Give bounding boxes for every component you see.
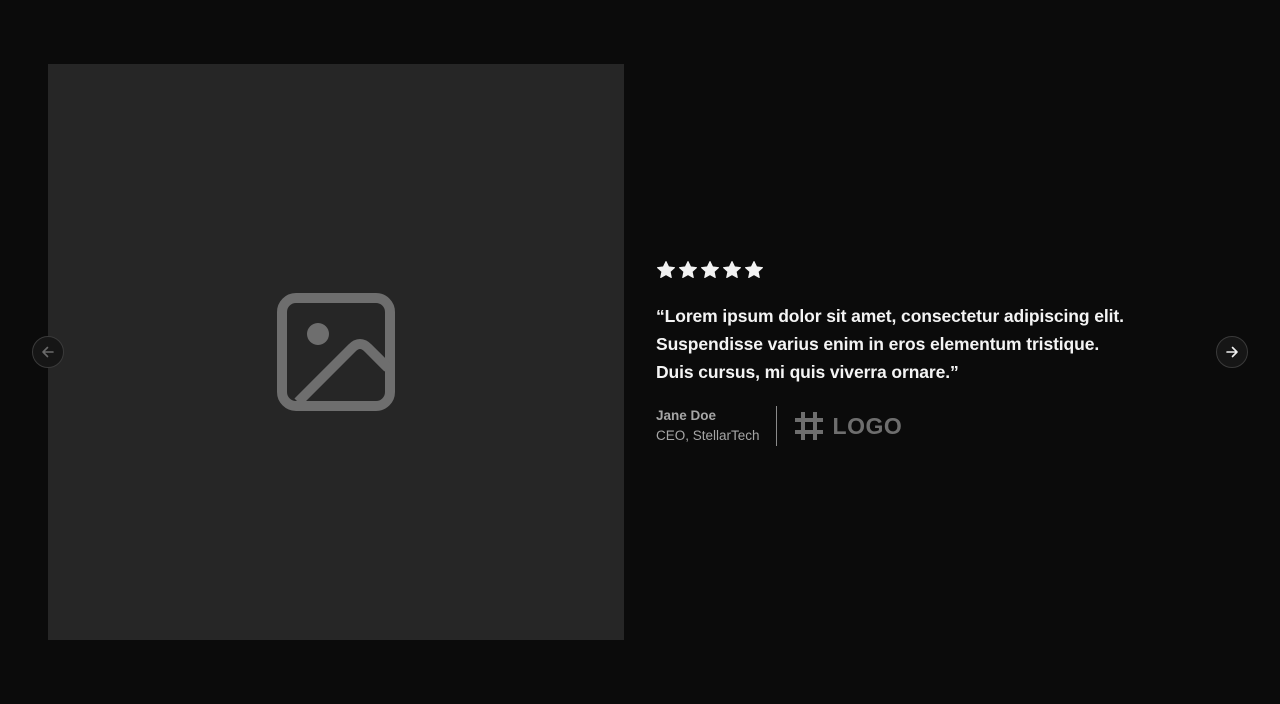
testimonial-quote: “Lorem ipsum dolor sit amet, consectetur… <box>656 306 1124 382</box>
arrow-right-icon <box>1226 346 1238 358</box>
previous-slide-button[interactable] <box>32 336 64 368</box>
hash-logo-icon <box>794 412 823 440</box>
star-rating <box>656 259 1136 281</box>
logo-text: LOGO <box>832 412 903 439</box>
star-icon <box>679 261 697 278</box>
star-icon <box>657 261 675 278</box>
arrow-left-icon <box>42 346 54 358</box>
author-info: Jane Doe CEO, StellarTech <box>656 406 776 446</box>
star-icon <box>723 261 741 278</box>
image-placeholder-icon <box>277 293 395 411</box>
author-name: Jane Doe <box>656 408 717 423</box>
star-icon <box>701 261 719 278</box>
testimonial-image <box>48 64 624 640</box>
author-role: CEO, StellarTech <box>656 428 760 443</box>
star-icon <box>745 261 763 278</box>
next-slide-button[interactable] <box>1216 336 1248 368</box>
company-logo: LOGO <box>777 410 903 442</box>
author-row: Jane Doe CEO, StellarTech LOGO <box>656 406 1136 446</box>
testimonial-content: “Lorem ipsum dolor sit amet, consectetur… <box>656 259 1136 446</box>
